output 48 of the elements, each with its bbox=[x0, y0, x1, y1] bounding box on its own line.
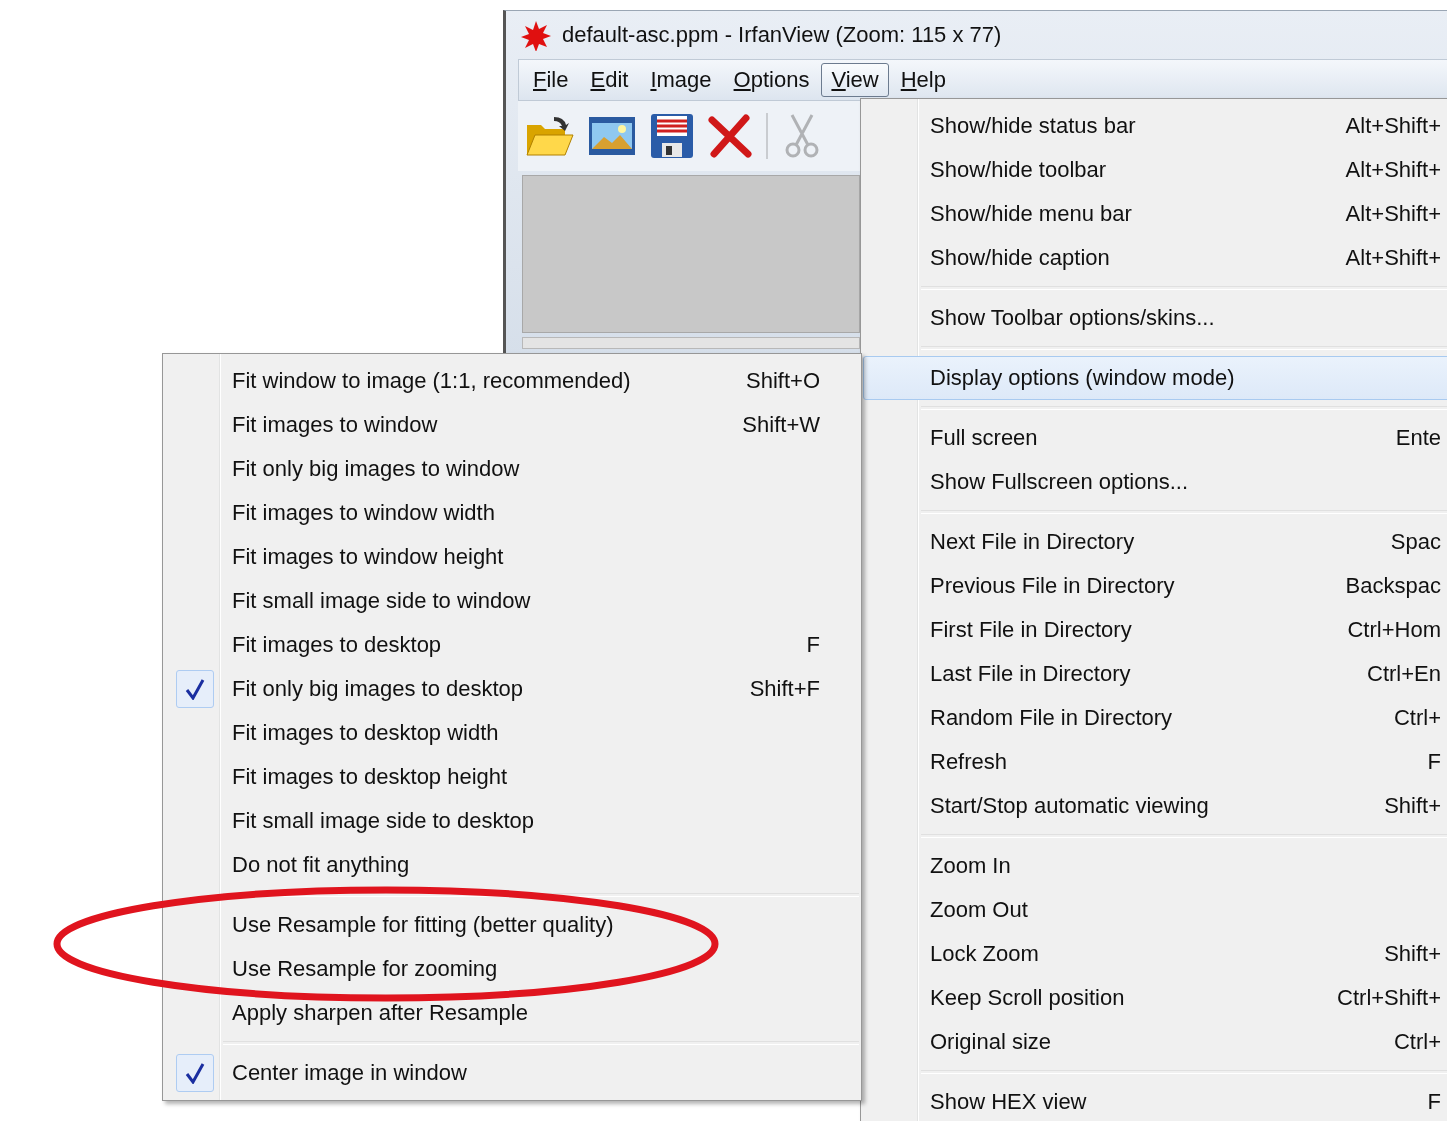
menu-option[interactable]: Zoom In bbox=[863, 844, 1447, 888]
menu-option[interactable]: Fit images to window Shift+W bbox=[165, 403, 859, 447]
menu-option[interactable]: Fit images to window width bbox=[165, 491, 859, 535]
menu-option[interactable]: Use Resample for zooming bbox=[165, 947, 859, 991]
menu-option[interactable]: Fit only big images to window bbox=[165, 447, 859, 491]
menu-option[interactable]: Start/Stop automatic viewing Shift+ bbox=[863, 784, 1447, 828]
menu-option[interactable]: Display options (window mode) bbox=[863, 356, 1447, 400]
menu-option[interactable]: Show/hide menu bar Alt+Shift+ bbox=[863, 192, 1447, 236]
menu-option[interactable]: Keep Scroll position Ctrl+Shift+ bbox=[863, 976, 1447, 1020]
menu-option[interactable]: Original size Ctrl+ bbox=[863, 1020, 1447, 1064]
menu-option[interactable]: Apply sharpen after Resample bbox=[165, 991, 859, 1035]
menu-option[interactable]: Lock Zoom Shift+ bbox=[863, 932, 1447, 976]
menu-option[interactable]: Zoom Out bbox=[863, 888, 1447, 932]
menu-option[interactable]: First File in Directory Ctrl+Hom bbox=[863, 608, 1447, 652]
menu-option[interactable]: Next File in Directory Spac bbox=[863, 520, 1447, 564]
menu-option[interactable]: Random File in Directory Ctrl+ bbox=[863, 696, 1447, 740]
menu-option[interactable]: Full screen Ente bbox=[863, 416, 1447, 460]
menu-option[interactable]: Do not fit anything bbox=[165, 843, 859, 887]
menu-option[interactable]: Fit images to desktop F bbox=[165, 623, 859, 667]
menu-option[interactable]: Fit window to image (1:1, recommended) Shift+O bbox=[165, 359, 859, 403]
menu-option[interactable]: Last File in Directory Ctrl+En bbox=[863, 652, 1447, 696]
menu-option[interactable]: Fit small image side to desktop bbox=[165, 799, 859, 843]
menu-option[interactable]: Fit images to window height bbox=[165, 535, 859, 579]
menu-option[interactable]: Fit images to desktop width bbox=[165, 711, 859, 755]
menu-option[interactable]: Previous File in Directory Backspac bbox=[863, 564, 1447, 608]
menu-item[interactable]: File bbox=[523, 63, 579, 97]
menu-item[interactable]: Image bbox=[640, 63, 722, 97]
menu-option[interactable]: Center image in window bbox=[165, 1051, 859, 1095]
menu-option[interactable]: Show HEX view F bbox=[863, 1080, 1447, 1121]
menu-option[interactable]: Use Resample for fitting (better quality) bbox=[165, 903, 859, 947]
menu-item[interactable]: Options bbox=[723, 63, 820, 97]
menu-option[interactable]: Fit only big images to desktop Shift+F bbox=[165, 667, 859, 711]
menu-option[interactable]: Fit small image side to window bbox=[165, 579, 859, 623]
menu-option[interactable]: Show/hide caption Alt+Shift+ bbox=[863, 236, 1447, 280]
picture-frame-icon[interactable] bbox=[588, 116, 636, 156]
menu-option[interactable]: Show Toolbar options/skins... bbox=[863, 296, 1447, 340]
delete-icon[interactable] bbox=[708, 114, 752, 158]
menu-option[interactable]: Show/hide toolbar Alt+Shift+ bbox=[863, 148, 1447, 192]
menu-item[interactable]: Edit bbox=[580, 63, 639, 97]
checkmark-icon bbox=[185, 678, 205, 700]
menu-item[interactable]: View bbox=[821, 63, 889, 97]
menu-item[interactable]: Help bbox=[890, 63, 956, 97]
splat-icon bbox=[520, 19, 552, 51]
checkmark-icon bbox=[185, 1062, 205, 1084]
menu-option[interactable]: Show Fullscreen options... bbox=[863, 460, 1447, 504]
window-title: default-asc.ppm - IrfanView (Zoom: 115 x 77) bbox=[562, 22, 1002, 48]
menu-option[interactable]: Fit images to desktop height bbox=[165, 755, 859, 799]
menu-option[interactable]: Refresh F bbox=[863, 740, 1447, 784]
